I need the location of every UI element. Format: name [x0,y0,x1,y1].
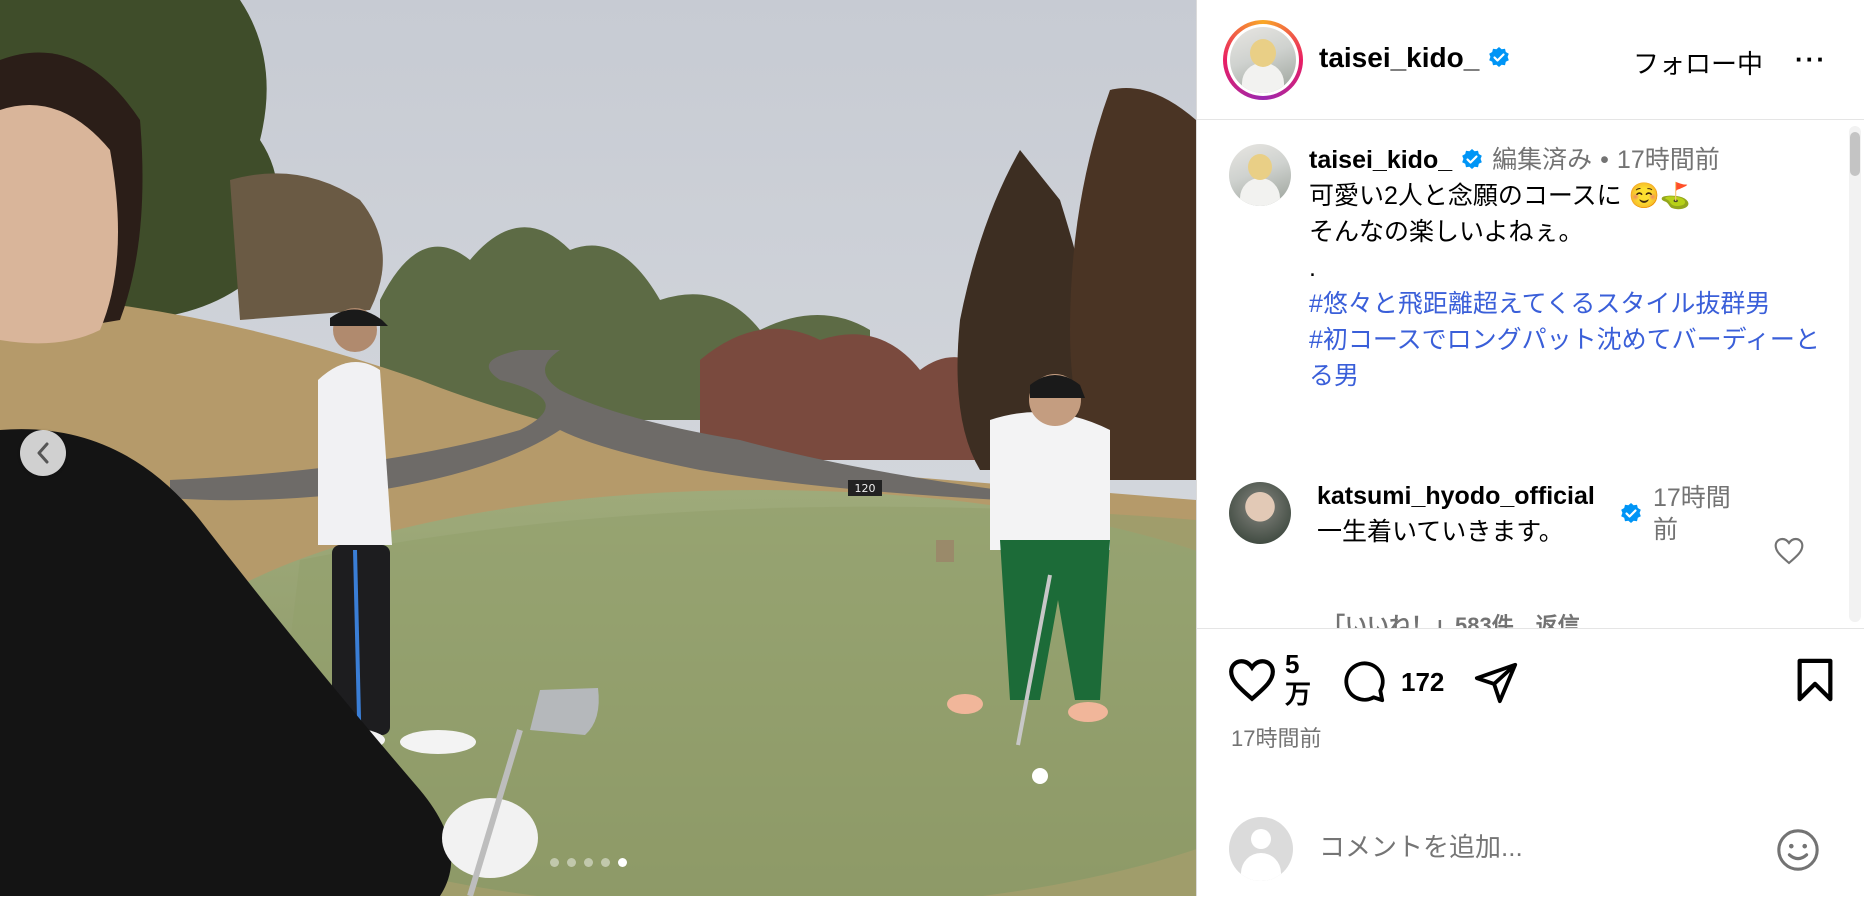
caption-line-3: . [1309,254,1316,282]
golf-course-photo: 120 [0,0,1196,896]
post-side-panel: taisei_kido_ フォロー中 ··· taisei_kido_ 編集済み… [1196,0,1864,896]
more-icon: ··· [1795,44,1827,74]
comment: katsumi_hyodo_official 一生着いていきます。 [1317,478,1617,550]
back-chevron-icon [37,442,49,464]
comment-username[interactable]: katsumi_hyodo_official [1317,478,1617,514]
caption-line-2: そんなの楽しいよねぇ。 [1309,218,1584,246]
share-icon [1474,662,1518,704]
verified-badge-icon [1621,503,1641,523]
header-avatar[interactable] [1223,20,1303,100]
previous-photo-button[interactable] [20,430,66,476]
verified-badge-icon [1462,149,1482,169]
scrollbar-thumb[interactable] [1850,132,1860,176]
comment-avatar[interactable] [1229,482,1291,544]
comments-count[interactable]: 172 [1401,667,1444,698]
header-username-row: taisei_kido_ [1319,42,1511,74]
save-button[interactable] [1795,657,1835,708]
comment-icon [1344,661,1385,703]
add-comment-row [1197,803,1864,897]
carousel-dot [567,858,576,867]
hashtag-link[interactable]: #悠々と飛距離超えてくるスタイル抜群男 [1309,286,1829,322]
emoji-icon [1777,829,1819,871]
svg-text:120: 120 [855,482,876,495]
heart-icon [1774,537,1804,565]
posted-time: 17時間前 [1231,726,1322,751]
carousel-dot [601,858,610,867]
following-button[interactable]: フォロー中 [1633,44,1763,81]
hashtag-link[interactable]: #初コースでロングパット沈めてバーディーとる男 [1309,322,1829,394]
more-options-button[interactable]: ··· [1795,46,1827,72]
avatar [1229,817,1293,881]
comment-button[interactable] [1341,659,1387,710]
caption-avatar[interactable] [1229,144,1291,206]
caption-username[interactable]: taisei_kido_ [1309,142,1452,178]
verified-badge-icon [1489,47,1510,67]
post-header: taisei_kido_ フォロー中 ··· [1197,0,1864,120]
like-button[interactable] [1227,657,1277,708]
post-actions: 5 万 172 17時間前 [1197,628,1864,896]
likes-count-unit: 万 [1285,679,1312,709]
carousel-dot [550,858,559,867]
caption-line-1: 可愛い2人と念願のコースに ☺️⛳ [1309,182,1691,210]
avatar [1230,27,1296,93]
comments-scroll-area[interactable]: taisei_kido_ 編集済み • 17時間前 可愛い2人と念願のコースに … [1197,120,1864,628]
likes-count-number: 5 [1285,649,1300,679]
heart-icon [1229,659,1275,702]
post-photo: 120 [0,0,1196,896]
comment-likes-reply[interactable]: 「いいね！」583件 返信 [1323,608,1580,628]
add-comment-input[interactable] [1317,831,1761,864]
comment-time: 17時間前 [1653,484,1731,544]
edited-label: 編集済み [1492,146,1593,174]
scrollbar[interactable] [1849,126,1861,622]
caption: taisei_kido_ 編集済み • 17時間前 可愛い2人と念願のコースに … [1309,142,1829,394]
meta-separator: • [1600,146,1609,174]
carousel-indicator [550,858,627,867]
comment-text: 一生着いていきます。 [1317,518,1564,546]
bookmark-icon [1797,658,1833,702]
header-username[interactable]: taisei_kido_ [1319,42,1479,74]
instagram-post-modal: 120 taisei_kido_ フォロー中 ··· taisei_kido_ … [0,0,1864,896]
caption-time: 17時間前 [1616,146,1720,174]
emoji-button[interactable] [1775,827,1821,878]
carousel-dot [584,858,593,867]
likes-count[interactable]: 5 万 [1285,649,1311,709]
comment-like-button[interactable] [1773,536,1805,571]
carousel-dot-active [618,858,627,867]
share-button[interactable] [1473,659,1519,710]
